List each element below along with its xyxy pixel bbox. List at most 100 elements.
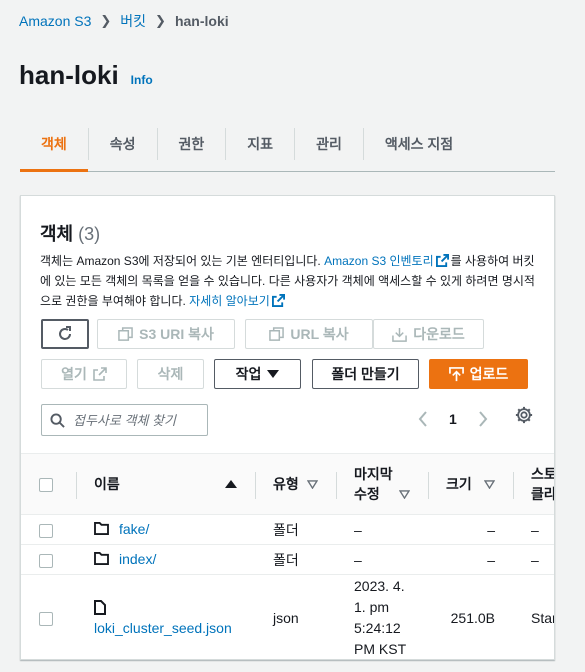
object-name: index/ bbox=[119, 550, 157, 567]
object-name: loki_cluster_seed.json bbox=[94, 619, 232, 636]
create-folder-button[interactable]: 폴더 만들기 bbox=[312, 359, 419, 389]
objects-panel: 객체 (3) 객체는 Amazon S3에 저장되어 있는 기본 엔터티입니다.… bbox=[20, 195, 555, 660]
object-modified: – bbox=[336, 514, 428, 545]
upload-icon bbox=[448, 366, 464, 381]
inventory-link-label: Amazon S3 인벤토리 bbox=[324, 254, 434, 268]
row-checkbox[interactable] bbox=[39, 611, 53, 626]
table-row[interactable]: index/ 폴더 – – – bbox=[21, 544, 554, 575]
breadcrumb-separator-icon: ❯ bbox=[100, 13, 112, 28]
inventory-link[interactable]: Amazon S3 인벤토리 bbox=[324, 254, 451, 268]
download-button[interactable]: 다운로드 bbox=[373, 319, 484, 349]
learn-more-link[interactable]: 자세히 알아보기 bbox=[189, 294, 287, 308]
create-folder-label: 폴더 만들기 bbox=[331, 366, 400, 382]
refresh-button[interactable] bbox=[41, 319, 89, 349]
gear-icon[interactable] bbox=[515, 406, 533, 427]
object-size: 251.0B bbox=[428, 574, 513, 659]
table-row[interactable]: loki_cluster_seed.json json 2023. 4. 1. … bbox=[21, 574, 554, 659]
open-label: 열기 bbox=[61, 366, 87, 382]
chevron-left-icon[interactable] bbox=[411, 407, 435, 431]
pagination: 1 bbox=[411, 404, 495, 434]
copy-s3-uri-label: S3 URI 복사 bbox=[139, 326, 214, 342]
external-link-icon bbox=[271, 294, 285, 307]
search-input[interactable] bbox=[73, 412, 203, 428]
row-checkbox[interactable] bbox=[39, 553, 53, 568]
chevron-right-icon[interactable] bbox=[471, 407, 495, 431]
breadcrumb-amazon-s3[interactable]: Amazon S3 bbox=[19, 13, 91, 29]
external-link-icon bbox=[93, 367, 107, 381]
column-size-label: 크기 bbox=[446, 476, 472, 492]
page-header: han-loki Info bbox=[19, 60, 153, 91]
refresh-icon bbox=[59, 326, 71, 340]
sort-down-icon bbox=[399, 489, 410, 499]
upload-label: 업로드 bbox=[469, 366, 509, 382]
tab-bar: 객체 속성 권한 지표 관리 액세스 지점 bbox=[20, 128, 555, 172]
delete-button[interactable]: 삭제 bbox=[137, 359, 204, 389]
search-box bbox=[41, 404, 208, 436]
panel-description: 객체는 Amazon S3에 저장되어 있는 기본 엔터티입니다. Amazon… bbox=[40, 251, 535, 311]
column-storage-class-line-2: 클라 bbox=[531, 486, 555, 502]
file-icon bbox=[94, 599, 106, 615]
tab-properties[interactable]: 속성 bbox=[87, 128, 157, 160]
tab-access-points[interactable]: 액세스 지점 bbox=[362, 128, 474, 160]
object-storage-class: – bbox=[513, 544, 554, 575]
download-label: 다운로드 bbox=[413, 326, 465, 342]
column-type-label: 유형 bbox=[273, 476, 299, 492]
select-all-header bbox=[21, 453, 76, 515]
column-storage-class[interactable]: 스토클라 bbox=[513, 453, 555, 515]
column-storage-class-line-1: 스토 bbox=[531, 466, 555, 482]
object-modified: – bbox=[336, 544, 428, 575]
object-type: 폴더 bbox=[255, 544, 336, 575]
object-link[interactable]: loki_cluster_seed.json bbox=[94, 599, 255, 636]
copy-icon bbox=[118, 326, 133, 341]
sort-up-icon bbox=[225, 480, 237, 488]
table-row[interactable]: fake/ 폴더 – – – bbox=[21, 514, 554, 545]
object-link[interactable]: index/ bbox=[94, 551, 156, 567]
page-number[interactable]: 1 bbox=[449, 411, 457, 427]
column-name[interactable]: 이름 bbox=[76, 453, 255, 515]
object-size: – bbox=[428, 544, 513, 575]
column-last-modified-line-2: 수정 bbox=[354, 486, 380, 502]
column-last-modified[interactable]: 마지막 수정 bbox=[336, 453, 428, 515]
delete-label: 삭제 bbox=[157, 366, 184, 382]
object-storage-class: Stan bbox=[513, 574, 554, 659]
object-storage-class: – bbox=[513, 514, 554, 545]
select-all-checkbox[interactable] bbox=[39, 478, 53, 493]
learn-more-label: 자세히 알아보기 bbox=[189, 294, 270, 308]
breadcrumb: Amazon S3 ❯ 버킷 ❯ han-loki bbox=[19, 11, 229, 31]
object-count: (3) bbox=[78, 224, 101, 244]
tab-permissions[interactable]: 권한 bbox=[156, 128, 226, 160]
open-button[interactable]: 열기 bbox=[41, 359, 127, 389]
modified-line: 2023. 4. bbox=[354, 577, 405, 594]
upload-button[interactable]: 업로드 bbox=[429, 359, 528, 389]
info-link[interactable]: Info bbox=[131, 73, 153, 87]
sort-down-icon bbox=[484, 479, 495, 489]
column-type[interactable]: 유형 bbox=[255, 453, 336, 515]
actions-dropdown[interactable]: 작업 bbox=[214, 359, 301, 389]
object-type: 폴더 bbox=[255, 514, 336, 545]
download-icon bbox=[392, 327, 408, 342]
column-name-label: 이름 bbox=[94, 476, 120, 492]
breadcrumb-current: han-loki bbox=[174, 13, 229, 29]
column-storage-class-label: 스토클라 bbox=[531, 464, 555, 504]
column-last-modified-label: 마지막 수정 bbox=[354, 464, 393, 504]
folder-icon bbox=[94, 522, 109, 536]
copy-s3-uri-button[interactable]: S3 URI 복사 bbox=[97, 319, 235, 349]
breadcrumb-separator-icon: ❯ bbox=[155, 13, 166, 28]
breadcrumb-buckets[interactable]: 버킷 bbox=[120, 11, 146, 31]
modified-line: PM KST bbox=[354, 640, 407, 657]
object-modified: 2023. 4. 1. pm 5:24:12 PM KST bbox=[336, 574, 428, 659]
tab-management[interactable]: 관리 bbox=[294, 128, 363, 160]
objects-table: 이름 유형 마지막 수정 크기 스토 클라 fake/ 폴더 – – – ind… bbox=[21, 453, 555, 659]
object-link[interactable]: fake/ bbox=[94, 521, 149, 537]
column-size[interactable]: 크기 bbox=[428, 453, 513, 515]
tab-objects[interactable]: 객체 bbox=[20, 128, 88, 172]
copy-url-button[interactable]: URL 복사 bbox=[245, 319, 373, 349]
table-header-row: 이름 유형 마지막 수정 크기 스토클라 bbox=[21, 453, 555, 515]
row-checkbox[interactable] bbox=[39, 523, 53, 538]
object-size: – bbox=[428, 514, 513, 545]
copy-icon bbox=[269, 326, 285, 341]
object-name: fake/ bbox=[119, 520, 150, 537]
modified-line: 5:24:12 bbox=[354, 619, 401, 636]
search-icon bbox=[50, 412, 65, 428]
tab-metrics[interactable]: 지표 bbox=[225, 128, 294, 160]
